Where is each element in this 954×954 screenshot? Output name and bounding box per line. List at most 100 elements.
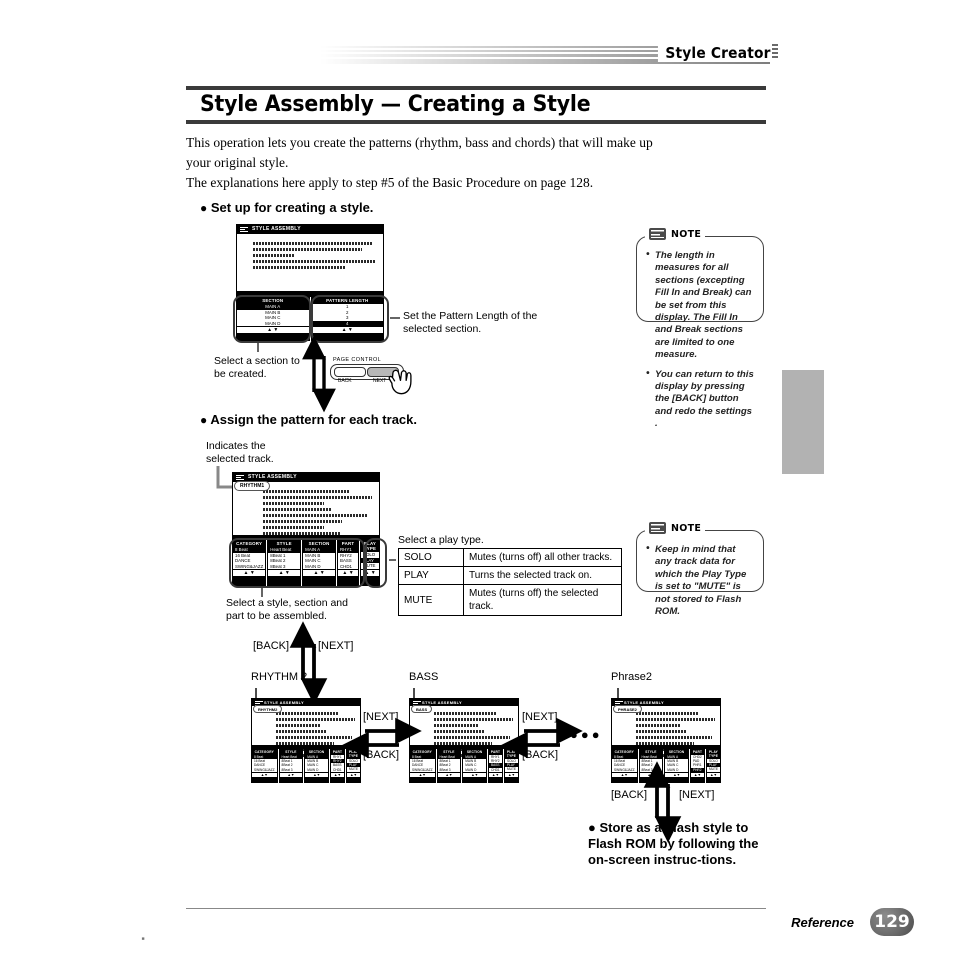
- lcd-pattern-selectors[interactable]: CATEGORY 8 Beat 16 Beat DANCE SWING&JAZZ ▲▼ ST…: [611, 749, 722, 783]
- page-control-label: PAGE CONTROL: [333, 357, 382, 363]
- callout-select-section: Select a section to be created.: [214, 355, 300, 380]
- lcd-text-line: [636, 718, 716, 721]
- section1-heading-label: Set up for creating a style.: [210, 200, 374, 215]
- note-icon: [649, 228, 666, 240]
- lcd-message-text: [263, 490, 373, 535]
- updown-spinner[interactable]: ▲▼: [706, 772, 721, 778]
- updown-spinner[interactable]: ▲▼: [690, 772, 704, 778]
- lcd-column-part[interactable]: PART RHY1 RHY2 BASS CHD1 ▲▼: [329, 749, 345, 783]
- intro-paragraph: This operation lets you create the patte…: [186, 133, 746, 193]
- note-list-1: The length in measures for all sections …: [646, 249, 754, 431]
- section3-heading-label: Store as a Flash style to Flash ROM by f…: [588, 820, 759, 867]
- updown-spinner[interactable]: ▲▼: [488, 772, 502, 778]
- lcd-column-section[interactable]: SECTION MAIN A MAIN B MAIN C MAIN D ▲▼: [664, 749, 689, 783]
- list-item[interactable]: CHD1: [331, 768, 344, 772]
- note-item: Keep in mind that any track data for whi…: [646, 543, 754, 618]
- section2-heading-label: Assign the pattern for each track.: [210, 412, 418, 427]
- lcd-column-part[interactable]: PART CHD2 PAD PHR1 PHR2 ▲▼: [689, 749, 705, 783]
- updown-spinner[interactable]: ▲▼: [612, 772, 637, 778]
- column-rows: Heart Beat 8Beat 1 8Beat 2 8Beat 3: [437, 755, 461, 772]
- updown-spinner[interactable]: ▲▼: [305, 772, 328, 778]
- lcd-text-line: [263, 508, 332, 511]
- intro-line-3: The explanations here apply to step #5 o…: [186, 175, 594, 190]
- selected-track-tag: RHYTHM1: [234, 481, 271, 491]
- column-header: PART: [329, 749, 345, 754]
- pattern-selectors-highlight: [229, 538, 365, 588]
- lcd-column-style[interactable]: STYLE Heart Beat 8Beat 1 8Beat 2 8Beat 3 ▲▼: [436, 749, 462, 783]
- table-row: PLAY Turns the selected track on.: [398, 566, 622, 585]
- updown-spinner[interactable]: ▲▼: [346, 772, 361, 778]
- callout-indicates-track: Indicates the selected track.: [206, 440, 274, 465]
- lcd-text-line: [434, 712, 497, 715]
- lcd-column-section[interactable]: SECTION MAIN A MAIN B MAIN C MAIN D ▲▼: [304, 749, 329, 783]
- list-item[interactable]: MAIN D: [463, 768, 486, 772]
- column-rows: 8 Beat 16 Beat DANCE SWING&JAZZ: [612, 755, 637, 772]
- play-type-description: Mutes (turns off) all other tracks.: [463, 548, 622, 567]
- list-item[interactable]: SWING&JAZZ: [612, 768, 637, 772]
- list-item[interactable]: CHD1: [489, 768, 502, 772]
- list-item[interactable]: PHR2: [690, 767, 704, 772]
- lcd-column-style[interactable]: STYLE Heart Beat 8Beat 1 8Beat 2 8Beat 3 ▲▼: [278, 749, 304, 783]
- flow-next-label-bottom: [NEXT]: [679, 789, 715, 801]
- lcd-style-assembly-setup: STYLE ASSEMBLY: [236, 224, 384, 292]
- lcd-pattern-selectors[interactable]: CATEGORY 8 Beat 16 Beat DANCE SWING&JAZZ ▲▼ ST…: [251, 749, 362, 783]
- lcd-column-part[interactable]: PART RHY1 RHY2 BASS CHD1 ▲▼: [487, 749, 503, 783]
- column-rows: Heart Beat 8Beat 1 8Beat 2 8Beat 3: [279, 755, 303, 772]
- updown-spinner[interactable]: ▲▼: [252, 772, 277, 778]
- flow-ellipsis: ●●●: [570, 727, 603, 742]
- note-item: The length in measures for all sections …: [646, 249, 754, 362]
- updown-spinner[interactable]: ▲▼: [463, 772, 486, 778]
- column-header: PLAY TYPE: [345, 749, 362, 758]
- lcd-text-line: [636, 730, 686, 733]
- list-item[interactable]: 8Beat 3: [640, 768, 663, 772]
- back-button[interactable]: [334, 367, 366, 377]
- next-button[interactable]: [367, 367, 399, 377]
- lcd-text-line: [636, 742, 694, 745]
- column-header: STYLE: [638, 749, 664, 754]
- list-item[interactable]: MAIN D: [665, 768, 688, 772]
- note-box-2: NOTE Keep in mind that any track data fo…: [636, 522, 764, 617]
- column-header: CATEGORY: [251, 749, 278, 754]
- updown-spinner[interactable]: ▲▼: [437, 772, 461, 778]
- list-item[interactable]: SWING&JAZZ: [410, 768, 435, 772]
- lcd-column-play-type[interactable]: PLAY TYPE SOLO PLAY MUTE ▲▼: [705, 749, 722, 783]
- column-rows: MAIN A MAIN B MAIN C MAIN D: [463, 755, 486, 772]
- list-item[interactable]: SWING&JAZZ: [252, 768, 277, 772]
- column-header: SECTION: [462, 749, 487, 754]
- updown-spinner[interactable]: ▲▼: [665, 772, 688, 778]
- flow-screen-caption: BASS: [409, 671, 439, 683]
- list-item[interactable]: 8Beat 3: [438, 768, 461, 772]
- title-rule-top: [186, 86, 766, 90]
- lcd-text-line: [434, 718, 514, 721]
- lcd-text-line: [253, 248, 363, 251]
- lcd-column-style[interactable]: STYLE Heart Beat 8Beat 1 8Beat 2 8Beat 3 ▲▼: [638, 749, 664, 783]
- updown-spinner[interactable]: ▲▼: [279, 772, 303, 778]
- flow-back-label-top: [BACK]: [253, 640, 290, 652]
- lcd-column-play-type[interactable]: PLAY TYPE SOLO PLAY MUTE ▲▼: [345, 749, 362, 783]
- running-head-end-caps: [772, 44, 778, 61]
- lcd-column-play-type[interactable]: PLAY TYPE SOLO PLAY MUTE ▲▼: [503, 749, 520, 783]
- updown-spinner[interactable]: ▲▼: [504, 772, 519, 778]
- note-list-2: Keep in mind that any track data for whi…: [646, 543, 754, 618]
- lcd-text-line: [434, 736, 510, 739]
- updown-spinner[interactable]: ▲▼: [410, 772, 435, 778]
- lcd-column-section[interactable]: SECTION MAIN A MAIN B MAIN C MAIN D ▲▼: [462, 749, 487, 783]
- list-item[interactable]: MUTE: [347, 767, 360, 771]
- column-rows: MAIN A MAIN B MAIN C MAIN D: [665, 755, 688, 772]
- lcd-text-line: [434, 730, 484, 733]
- lcd-text-line: [263, 514, 368, 517]
- updown-spinner[interactable]: ▲▼: [639, 772, 663, 778]
- gutter-mark: ■: [140, 936, 146, 942]
- lcd-pattern-selectors[interactable]: CATEGORY 8 Beat 16 Beat DANCE SWING&JAZZ ▲▼ ST…: [409, 749, 520, 783]
- column-header: SECTION: [664, 749, 689, 754]
- list-item[interactable]: MUTE: [505, 767, 518, 771]
- list-item[interactable]: 8Beat 3: [280, 768, 303, 772]
- updown-spinner[interactable]: ▲▼: [330, 772, 344, 778]
- lcd-text-line: [276, 742, 334, 745]
- lcd-column-category[interactable]: CATEGORY 8 Beat 16 Beat DANCE SWING&JAZZ ▲▼: [611, 749, 638, 783]
- lcd-column-category[interactable]: CATEGORY 8 Beat 16 Beat DANCE SWING&JAZZ ▲▼: [251, 749, 278, 783]
- list-item[interactable]: MAIN D: [305, 768, 328, 772]
- list-item[interactable]: MUTE: [707, 767, 720, 771]
- section1-heading: ● Set up for creating a style.: [200, 200, 373, 215]
- lcd-column-category[interactable]: CATEGORY 8 Beat 16 Beat DANCE SWING&JAZZ ▲▼: [409, 749, 436, 783]
